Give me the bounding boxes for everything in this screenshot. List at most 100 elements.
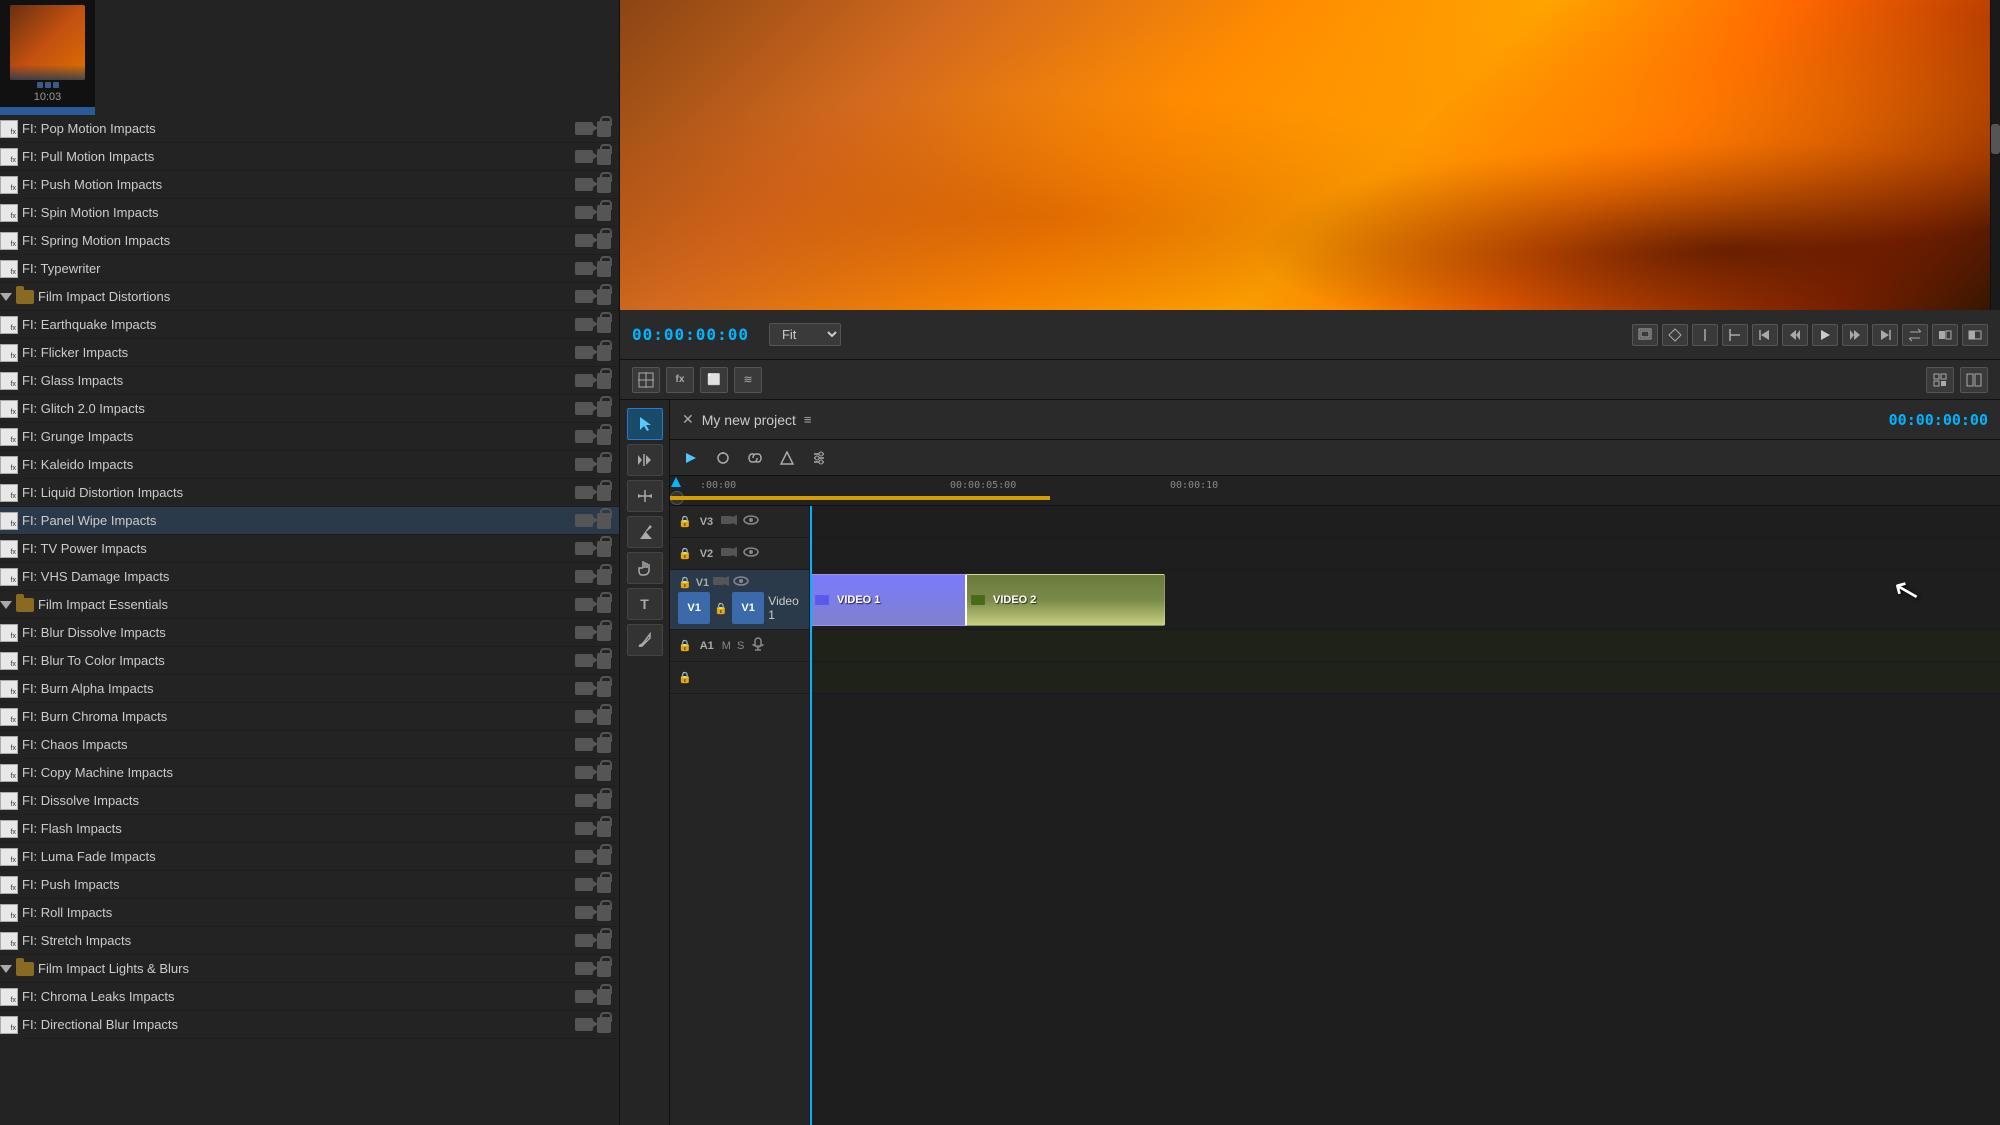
list-item[interactable]: FI: Liquid Distortion Impacts — [0, 479, 619, 507]
eye-icon-v1[interactable] — [733, 575, 749, 590]
lock-icon-v1-left[interactable]: 🔒 — [678, 576, 692, 589]
cam-icon-v2 — [721, 546, 737, 561]
tl-snap-btn[interactable] — [710, 446, 736, 470]
lock-icon-v1-right[interactable]: 🔒 — [714, 602, 728, 615]
lock-icon — [597, 541, 611, 557]
category-lights[interactable]: Film Impact Lights & Blurs — [0, 955, 619, 983]
waveform-btn[interactable]: ≋ — [734, 367, 762, 393]
track-labels: 🔒 V3 🔒 V2 — [670, 506, 810, 1125]
thumbnail-time: 10:03 — [34, 91, 62, 103]
track-label-v1: 🔒 V1 — [670, 570, 809, 630]
list-item[interactable]: FI: Grunge Impacts — [0, 423, 619, 451]
lock-icon — [597, 1017, 611, 1033]
fx-icon — [0, 120, 18, 138]
list-item[interactable]: FI: Typewriter — [0, 255, 619, 283]
tl-link-btn[interactable] — [742, 446, 768, 470]
insert-btn[interactable] — [1932, 324, 1958, 346]
category-essentials[interactable]: Film Impact Essentials — [0, 591, 619, 619]
lock-icon-a2[interactable]: 🔒 — [678, 671, 692, 684]
list-item[interactable]: FI: Spin Motion Impacts — [0, 199, 619, 227]
loop-btn[interactable] — [1902, 324, 1928, 346]
text-tool[interactable]: T — [627, 588, 663, 620]
thumbnail-dots — [37, 82, 59, 88]
razor-tool[interactable] — [627, 516, 663, 548]
select-tool[interactable] — [627, 408, 663, 440]
list-item[interactable]: FI: Chroma Leaks Impacts — [0, 983, 619, 1011]
lock-icon-a1[interactable]: 🔒 — [678, 639, 692, 652]
step-fwd-btn[interactable] — [1842, 324, 1868, 346]
fx-badge-btn[interactable]: fx — [666, 367, 694, 393]
folder-icon — [16, 598, 34, 612]
fx-icon — [0, 792, 18, 810]
fx-icon — [0, 260, 18, 278]
list-item[interactable]: FI: Push Impacts — [0, 871, 619, 899]
list-item[interactable]: FI: Chaos Impacts — [0, 731, 619, 759]
ripple-tool[interactable] — [627, 480, 663, 512]
list-item[interactable]: FI: Earthquake Impacts — [0, 311, 619, 339]
grid-btn[interactable] — [632, 367, 660, 393]
play-btn[interactable] — [1812, 324, 1838, 346]
list-item[interactable]: FI: Copy Machine Impacts — [0, 759, 619, 787]
list-item[interactable]: FI: Push Motion Impacts — [0, 171, 619, 199]
cam-icon — [575, 1018, 593, 1031]
side-by-side-btn[interactable] — [1960, 367, 1988, 393]
list-item[interactable]: FI: Directional Blur Impacts — [0, 1011, 619, 1039]
tl-play-btn[interactable] — [678, 446, 704, 470]
project-close-btn[interactable]: ✕ — [682, 411, 694, 428]
lock-icon — [597, 485, 611, 501]
category-distortions[interactable]: Film Impact Distortions — [0, 283, 619, 311]
eye-icon-v3[interactable] — [743, 514, 759, 529]
project-menu-btn[interactable]: ≡ — [804, 412, 812, 427]
clip-video2[interactable]: VIDEO 2 — [965, 574, 1165, 626]
list-item[interactable]: FI: Burn Chroma Impacts — [0, 703, 619, 731]
lock-icon — [597, 429, 611, 445]
playhead-line — [810, 506, 812, 1125]
scrollbar-thumb[interactable] — [1991, 124, 2000, 154]
fx-icon — [0, 484, 18, 502]
step-back-btn[interactable] — [1782, 324, 1808, 346]
list-item[interactable]: FI: VHS Damage Impacts — [0, 563, 619, 591]
list-item[interactable]: FI: Pop Motion Impacts — [0, 115, 619, 143]
preview-timecode: 00:00:00:00 — [632, 325, 749, 344]
cam-icon — [575, 850, 593, 863]
list-item[interactable]: FI: Blur Dissolve Impacts — [0, 619, 619, 647]
list-item[interactable]: FI: Blur To Color Impacts — [0, 647, 619, 675]
clip-video1[interactable]: VIDEO 1 — [810, 574, 970, 626]
list-item[interactable]: FI: Burn Alpha Impacts — [0, 675, 619, 703]
lock-icon-v2[interactable]: 🔒 — [678, 547, 692, 560]
list-item[interactable]: FI: Kaleido Impacts — [0, 451, 619, 479]
list-item-selected[interactable]: FI: Panel Wipe Impacts — [0, 507, 619, 535]
track-select-tool[interactable] — [627, 444, 663, 476]
list-item[interactable]: FI: Glass Impacts — [0, 367, 619, 395]
fit-dropdown[interactable]: Fit 25% 50% 100% — [769, 323, 841, 346]
track-label-v2: 🔒 V2 — [670, 538, 809, 570]
clip-btn[interactable]: ⬜ — [700, 367, 728, 393]
tl-settings-btn[interactable] — [806, 446, 832, 470]
hand-tool[interactable] — [627, 552, 663, 584]
scrollbar-track[interactable] — [1990, 0, 2000, 310]
in-marker-btn[interactable] — [1722, 324, 1748, 346]
list-item[interactable]: FI: Pull Motion Impacts — [0, 143, 619, 171]
safe-margins-btn[interactable] — [1632, 324, 1658, 346]
list-item[interactable]: FI: Roll Impacts — [0, 899, 619, 927]
go-end-btn[interactable] — [1872, 324, 1898, 346]
go-start-btn[interactable] — [1752, 324, 1778, 346]
list-item[interactable]: FI: Glitch 2.0 Impacts — [0, 395, 619, 423]
lock-icon — [597, 597, 611, 613]
list-item[interactable]: FI: Spring Motion Impacts — [0, 227, 619, 255]
list-item[interactable]: FI: TV Power Impacts — [0, 535, 619, 563]
lock-icon-v3[interactable]: 🔒 — [678, 515, 692, 528]
eye-icon-v2[interactable] — [743, 546, 759, 561]
marker-btn[interactable] — [1692, 324, 1718, 346]
tl-marker-btn[interactable] — [774, 446, 800, 470]
list-item[interactable]: FI: Luma Fade Impacts — [0, 843, 619, 871]
comp-btn[interactable] — [1926, 367, 1954, 393]
controls-row: fx ⬜ ≋ — [620, 360, 2000, 400]
composite-btn[interactable] — [1662, 324, 1688, 346]
overwrite-btn[interactable] — [1962, 324, 1988, 346]
list-item[interactable]: FI: Stretch Impacts — [0, 927, 619, 955]
list-item[interactable]: FI: Flash Impacts — [0, 815, 619, 843]
list-item[interactable]: FI: Dissolve Impacts — [0, 787, 619, 815]
list-item[interactable]: FI: Flicker Impacts — [0, 339, 619, 367]
pen-tool[interactable] — [627, 624, 663, 656]
